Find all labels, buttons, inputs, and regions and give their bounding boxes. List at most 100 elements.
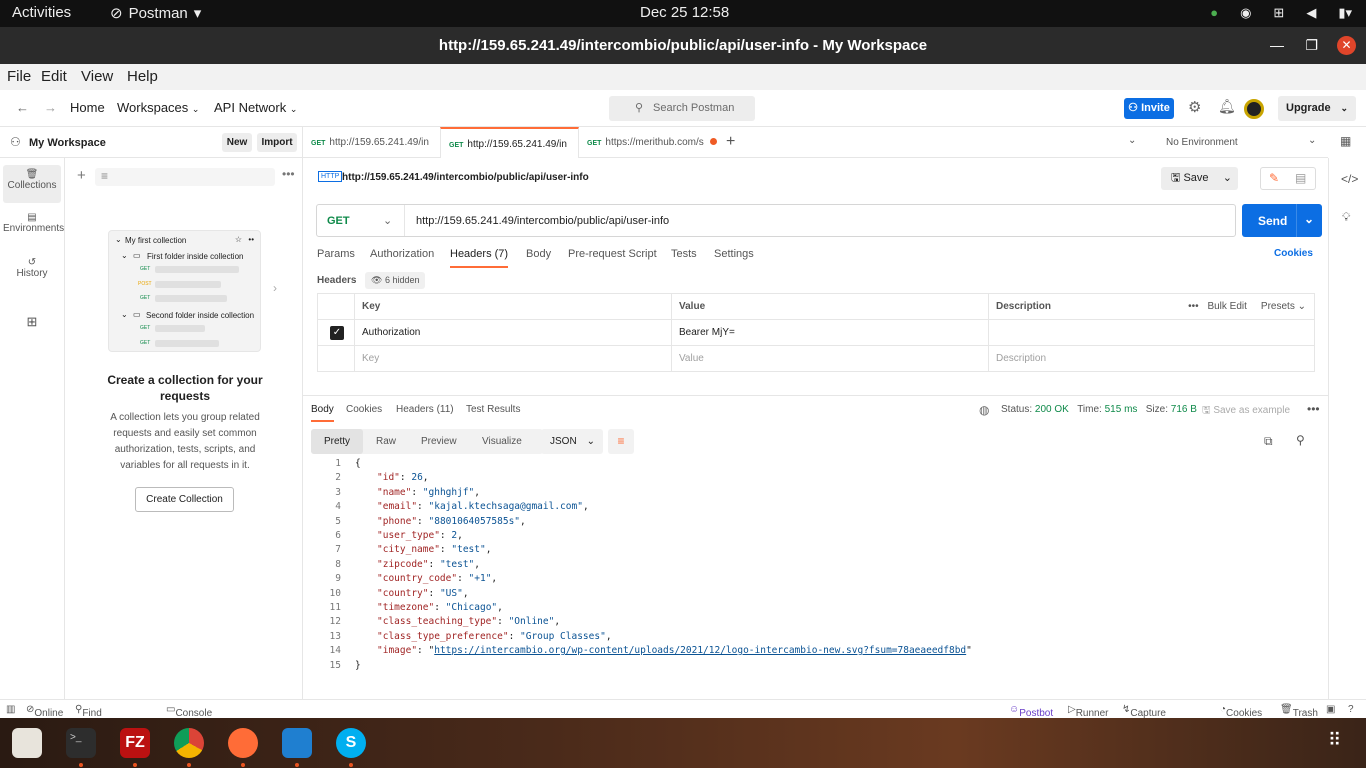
find-replace[interactable]: ⚲ Find and replace [75,704,115,741]
response-body-editor[interactable]: 1 {2 "id": 26, 3 "name": "ghhghjf", 4 "email":… [317,458,1310,678]
import-button[interactable]: Import [257,133,297,152]
subtab-settings[interactable]: Settings [714,248,754,260]
more-icon[interactable]: ••• [1188,301,1201,312]
cookies-status[interactable]: ◔ Cookies [1220,704,1262,719]
vscode-icon[interactable] [282,728,312,758]
new-button[interactable]: New [222,133,252,152]
new-value-input[interactable]: Value [671,345,989,372]
size-value[interactable]: 716 B [1171,404,1197,415]
nav-api-network[interactable]: API Network ⌄ [214,100,297,115]
create-collection-button[interactable]: Create Collection [135,487,234,512]
capture-requests[interactable]: ↯ Capture requests [1122,704,1169,730]
response-tab-test-results[interactable]: Test Results [466,404,520,415]
filezilla-icon[interactable]: FZ [120,728,150,758]
save-example-button[interactable]: 🖫 Save as example [1202,403,1290,420]
forward-arrow-icon[interactable]: → [44,100,57,115]
subtab-authorization[interactable]: Authorization [370,248,434,260]
activities-button[interactable]: Activities [12,4,71,21]
method-select[interactable]: GET [327,215,350,227]
new-tab-plus-icon[interactable]: + [726,133,735,151]
menu-view[interactable]: View [81,68,113,85]
json-link[interactable]: https://intercambio.org/wp-content/uploa… [434,645,966,656]
layout-icon[interactable]: ▣ [1326,704,1335,715]
notification-bell-icon[interactable]: 🔔︎ [1218,98,1236,115]
back-arrow-icon[interactable]: ← [16,100,29,115]
subtab-body[interactable]: Body [526,248,551,260]
more-icon[interactable]: ••• [1307,402,1320,416]
request-title[interactable]: http://159.65.241.49/intercombio/public/… [342,172,589,183]
terminal-icon[interactable]: >_ [66,728,96,758]
menu-edit[interactable]: Edit [41,68,67,85]
configure-icon[interactable]: ⊞ [3,314,61,330]
wrap-lines-icon[interactable]: ≡ [608,429,634,454]
search-icon[interactable]: ⚲ [1296,433,1305,447]
subtab-tests[interactable]: Tests [671,248,697,260]
new-description-input[interactable]: Description [988,345,1315,372]
workspace-name[interactable]: My Workspace [29,137,106,149]
format-select[interactable]: JSON ⌄ [541,429,603,454]
more-icon[interactable]: ••• [282,167,295,181]
maximize-icon[interactable]: ❐ [1305,27,1318,64]
skype-icon[interactable]: S [336,728,366,758]
cookies-link[interactable]: Cookies [1274,248,1313,259]
time-value[interactable]: 515 ms [1105,404,1138,415]
subtab-params[interactable]: Params [317,248,355,260]
files-icon[interactable] [12,728,42,758]
lightbulb-icon[interactable]: 💡︎ [1342,210,1350,225]
runner[interactable]: ▷ Runner [1068,704,1109,719]
online-status[interactable]: ⊘ Online [26,704,63,719]
response-tab-cookies[interactable]: Cookies [346,404,382,415]
row-value[interactable]: Bearer MjY= [671,319,989,346]
view-visualize[interactable]: Visualize [482,436,522,447]
minimize-icon[interactable]: — [1270,27,1284,64]
hidden-headers-toggle[interactable]: 👁︎ 6 hidden [365,272,426,289]
rail-collections[interactable]: 🗑︎ Collections [3,165,61,203]
row-description[interactable] [988,319,1315,346]
console[interactable]: ▭ Console [166,704,212,719]
avatar[interactable] [1244,99,1264,119]
new-key-input[interactable]: Key [354,345,672,372]
save-button[interactable]: 🖫 Save ⌄ [1161,167,1238,190]
mode-toggle[interactable]: ✎ ▤ [1260,167,1316,190]
request-tab[interactable]: GET http://159.65.241.49/in [303,127,439,177]
presets-dropdown[interactable]: Presets [1261,301,1295,312]
copy-icon[interactable]: ⧉ [1264,434,1273,449]
subtab-headers[interactable]: Headers (7) [450,248,509,268]
trash[interactable]: 🗑︎ Trash [1280,704,1318,719]
rail-history[interactable]: ↺ History [3,257,61,279]
help-icon[interactable]: ? [1348,704,1354,715]
view-raw[interactable]: Raw [376,436,396,447]
menu-file[interactable]: File [7,68,31,85]
status-value[interactable]: 200 OK [1035,404,1069,415]
chrome-icon[interactable] [174,728,204,758]
postbot[interactable]: ☺ Postbot [1009,704,1053,719]
row-checkbox[interactable]: ✓ [330,325,344,340]
nav-home[interactable]: Home [70,100,105,115]
app-grid-icon[interactable]: ⠿ [1328,730,1341,751]
upgrade-button[interactable]: Upgrade ⌄ [1278,96,1356,121]
view-preview[interactable]: Preview [421,436,457,447]
request-tab[interactable]: GET https://merithub.com/s [579,127,717,158]
clock[interactable]: Dec 25 12:58 [640,4,729,21]
postman-dock-icon[interactable] [228,728,258,758]
request-tab-active[interactable]: GET http://159.65.241.49/in [440,127,579,179]
menu-help[interactable]: Help [127,68,158,85]
filter-input[interactable]: ≡ [95,168,275,186]
row-key[interactable]: Authorization [354,319,672,346]
sidebar-toggle-icon[interactable]: ▥ [6,704,15,715]
rail-environments[interactable]: ▤ Environments [3,212,64,234]
response-tab-headers[interactable]: Headers (11) [396,404,454,415]
app-menu[interactable]: ⊘ Postman ▾ [110,4,201,23]
response-tab-body[interactable]: Body [311,404,334,422]
close-icon[interactable]: ✕ [1337,36,1356,55]
url-input[interactable]: http://159.65.241.49/intercombio/public/… [416,215,669,227]
bulk-edit-link[interactable]: Bulk Edit [1207,301,1246,312]
subtab-pre-request-script[interactable]: Pre-request Script [568,248,657,260]
plus-icon[interactable]: + [77,167,86,184]
send-button[interactable]: Send ⌄ [1242,204,1322,237]
tabs-dropdown-icon[interactable]: ⌄ [1128,135,1136,146]
search-input[interactable]: ⚲ Search Postman [609,96,755,121]
invite-button[interactable]: ⚇ Invite [1124,98,1174,119]
nav-workspaces[interactable]: Workspaces ⌄ [117,100,199,115]
system-tray[interactable]: ● ◉ ⊞ ◀ ▮▾ [1210,5,1352,21]
